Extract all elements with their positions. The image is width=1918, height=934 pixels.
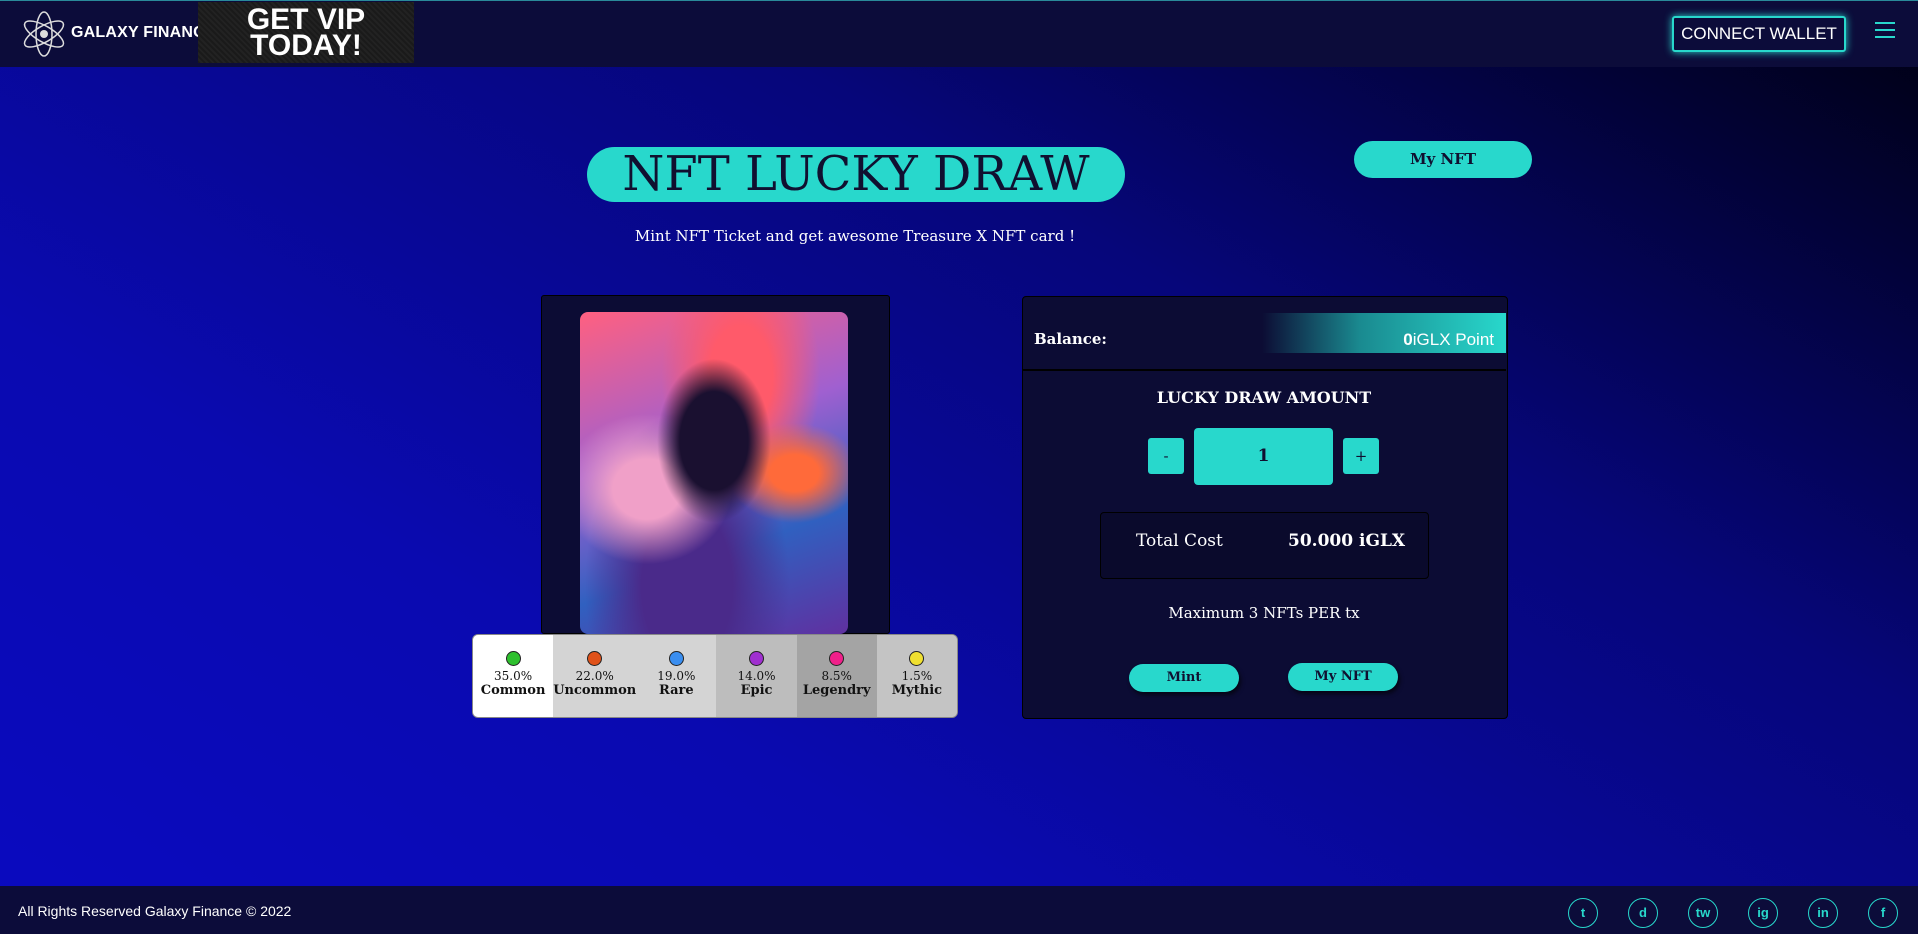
balance-value: 0iGLX Point xyxy=(1262,330,1506,350)
rarity-name: Legendry xyxy=(802,683,871,698)
rarity-cell-mythic: 1.5% Mythic xyxy=(876,635,957,717)
balance-unit: iGLX Point xyxy=(1412,330,1494,349)
rarity-cell-common: 35.0% Common xyxy=(473,635,554,717)
brand-name[interactable]: GALAXY FINANCE xyxy=(71,24,216,42)
page-title: NFT LUCKY DRAW xyxy=(587,147,1125,202)
total-cost-unit: iGLX xyxy=(1358,531,1406,551)
increment-button[interactable]: + xyxy=(1343,438,1379,474)
rarity-percent: 1.5% xyxy=(901,669,933,683)
total-cost-label: Total Cost xyxy=(1136,531,1223,551)
rarity-dot-icon xyxy=(505,651,521,666)
twitch-icon[interactable]: tw xyxy=(1688,898,1718,928)
lucky-draw-amount-label: LUCKY DRAW AMOUNT xyxy=(1156,388,1372,407)
discord-icon[interactable]: d xyxy=(1628,898,1658,928)
balance-label: Balance: xyxy=(1034,330,1107,348)
hamburger-icon[interactable] xyxy=(1875,22,1895,40)
rarity-percent: 14.0% xyxy=(737,669,776,683)
facebook-icon[interactable]: f xyxy=(1868,898,1898,928)
rarity-percent: 19.0% xyxy=(657,669,696,683)
decrement-button[interactable]: - xyxy=(1148,438,1184,474)
vip-line-2: TODAY! xyxy=(250,29,362,62)
max-per-tx-text: Maximum 3 NFTs PER tx xyxy=(1168,604,1360,622)
connect-wallet-button[interactable]: CONNECT WALLET xyxy=(1672,16,1846,52)
mint-button[interactable]: Mint xyxy=(1129,664,1239,692)
balance-amount: 0 xyxy=(1403,330,1413,349)
rarity-name: Uncommon xyxy=(553,683,637,698)
rarity-name: Epic xyxy=(740,683,773,698)
page-subtitle: Mint NFT Ticket and get awesome Treasure… xyxy=(634,227,1076,245)
rarity-table: 35.0% Common 22.0% Uncommon 19.0% Rare 14.0% Ep… xyxy=(472,634,958,718)
quantity-input[interactable]: 1 xyxy=(1194,428,1333,485)
rarity-dot-icon xyxy=(749,651,765,666)
copyright-text: All Rights Reserved Galaxy Finance © 202… xyxy=(18,903,292,919)
rarity-name: Rare xyxy=(658,683,694,698)
rarity-cell-uncommon: 22.0% Uncommon xyxy=(553,635,637,717)
instagram-icon[interactable]: ig xyxy=(1748,898,1778,928)
rarity-dot-icon xyxy=(829,651,845,666)
rarity-percent: 35.0% xyxy=(494,669,533,683)
rarity-cell-epic: 14.0% Epic xyxy=(716,635,797,717)
total-cost-amount: 50.000 xyxy=(1288,531,1354,551)
rarity-dot-icon xyxy=(587,651,603,666)
rarity-cell-legendry: 8.5% Legendry xyxy=(796,635,877,717)
my-nft-button[interactable]: My NFT xyxy=(1288,663,1398,691)
nft-card-image xyxy=(580,312,848,634)
galaxy-logo-icon[interactable] xyxy=(18,8,70,60)
total-cost-value: 50.000 iGLX xyxy=(1288,531,1405,551)
rarity-name: Mythic xyxy=(891,683,943,698)
rarity-percent: 22.0% xyxy=(575,669,614,683)
my-nft-top-button[interactable]: My NFT xyxy=(1354,141,1532,178)
rarity-name: Common xyxy=(480,683,546,698)
rarity-percent: 8.5% xyxy=(821,669,852,683)
rarity-dot-icon xyxy=(909,651,925,666)
vip-banner[interactable]: GET VIP TODAY! xyxy=(198,2,414,63)
twitter-icon[interactable]: t xyxy=(1568,898,1598,928)
rarity-dot-icon xyxy=(668,651,684,666)
rarity-cell-rare: 19.0% Rare xyxy=(636,635,717,717)
linkedin-icon[interactable]: in xyxy=(1808,898,1838,928)
